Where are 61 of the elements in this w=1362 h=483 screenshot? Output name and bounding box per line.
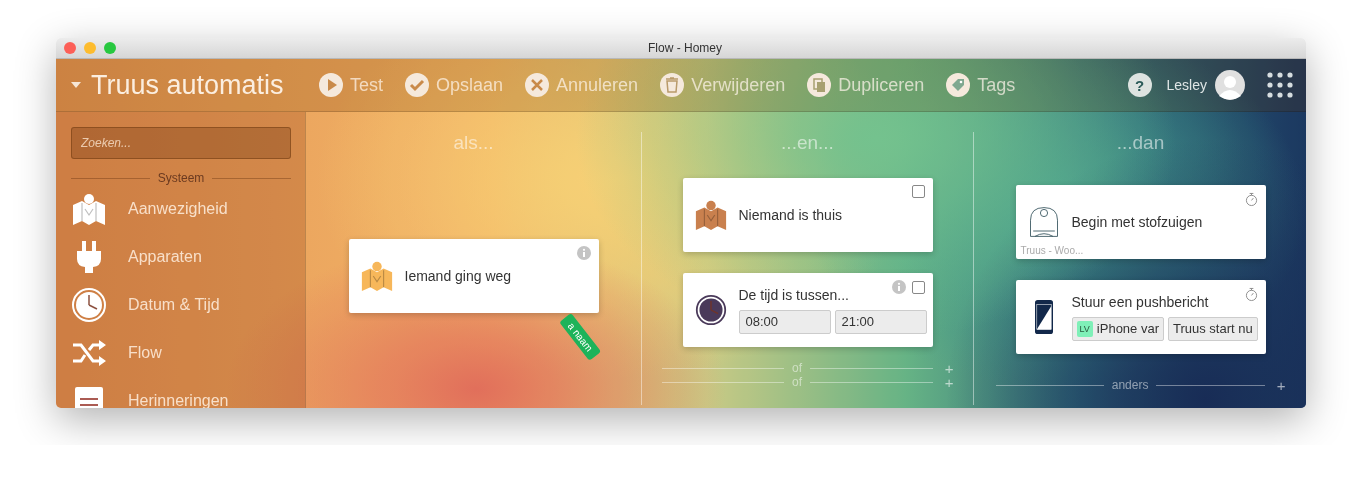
token-chip[interactable]: LV iPhone var — [1071, 316, 1164, 341]
add-row-label: of — [792, 375, 803, 389]
flow-card[interactable]: Niemand is thuis — [682, 178, 933, 252]
flow-card[interactable]: Stuur een pushbericht LV iPhone var Truus start nu — [1015, 280, 1266, 354]
stopwatch-icon[interactable] — [1244, 287, 1258, 302]
toolbar-button[interactable]: Annuleren — [525, 73, 639, 97]
apps-grid-icon[interactable] — [1267, 72, 1293, 98]
time-field[interactable]: 21:00 — [834, 309, 927, 334]
add-button[interactable]: + — [1276, 376, 1286, 394]
card-title: Begin met stofzuigen — [1071, 214, 1203, 230]
flow-name[interactable]: Truus automatis — [91, 69, 284, 101]
column-heading: als... — [453, 132, 494, 154]
copy-icon — [807, 73, 832, 97]
map-icon — [359, 259, 394, 293]
zoom-button[interactable] — [104, 42, 116, 54]
user-name[interactable]: Lesley — [1166, 77, 1207, 93]
toolbar-button[interactable]: Dupliceren — [807, 73, 925, 97]
map-icon — [693, 198, 728, 232]
toolbar-button[interactable]: Opslaan — [405, 73, 504, 97]
toolbar-button[interactable]: Tags — [946, 73, 1016, 97]
clock-icon — [694, 294, 727, 326]
avatar-icon[interactable] — [1215, 70, 1245, 100]
device-name: Truus - Woo... — [1020, 245, 1084, 256]
section-label: Systeem — [157, 171, 205, 185]
trash-icon — [660, 73, 685, 97]
card-title: Stuur een pushbericht — [1071, 293, 1210, 310]
toolbar-button[interactable]: Verwijderen — [660, 73, 786, 97]
flow-card[interactable]: De tijd is tussen... 08:00 21:00 — [682, 273, 933, 347]
map-icon — [71, 191, 107, 227]
info-icon[interactable] — [891, 280, 906, 294]
stopwatch-icon[interactable] — [1244, 192, 1258, 207]
sidebar-item[interactable]: Apparaten — [71, 233, 291, 281]
add-row-label: of — [792, 361, 803, 375]
column-heading: ...en... — [781, 132, 834, 154]
time-field[interactable]: 08:00 — [738, 309, 831, 334]
clock-icon — [71, 287, 107, 323]
checkbox[interactable] — [911, 280, 925, 294]
checkbox[interactable] — [911, 185, 925, 198]
sidebar-item[interactable]: Datum & Tijd — [71, 281, 291, 329]
token-badge: LV — [1076, 320, 1093, 337]
close-icon — [525, 73, 550, 97]
flow-card[interactable]: Begin met stofzuigen Truus - Woo... — [1015, 185, 1266, 259]
check-icon — [405, 73, 429, 97]
token-chip[interactable]: Truus start nu — [1168, 316, 1258, 341]
tag-icon — [946, 73, 971, 97]
play-icon — [319, 73, 343, 97]
sidebar-item[interactable]: Aanwezigheid — [71, 185, 291, 233]
card-title: De tijd is tussen... — [738, 286, 850, 303]
phone-icon — [1032, 299, 1055, 335]
help-button[interactable]: ? — [1127, 73, 1152, 97]
add-row-label: anders — [1111, 378, 1149, 392]
sidebar-item[interactable]: Flow — [71, 329, 291, 377]
search-field[interactable]: Zoeken... — [71, 127, 291, 159]
toolbar-button[interactable]: Test — [319, 73, 383, 97]
column-heading: ...dan — [1116, 132, 1165, 154]
info-icon[interactable] — [576, 246, 591, 260]
close-button[interactable] — [64, 42, 76, 54]
card-title: Iemand ging weg — [404, 268, 512, 284]
card-title: Niemand is thuis — [738, 207, 842, 223]
window-title: Flow - Homey — [647, 41, 723, 55]
caret-icon[interactable] — [71, 82, 81, 88]
